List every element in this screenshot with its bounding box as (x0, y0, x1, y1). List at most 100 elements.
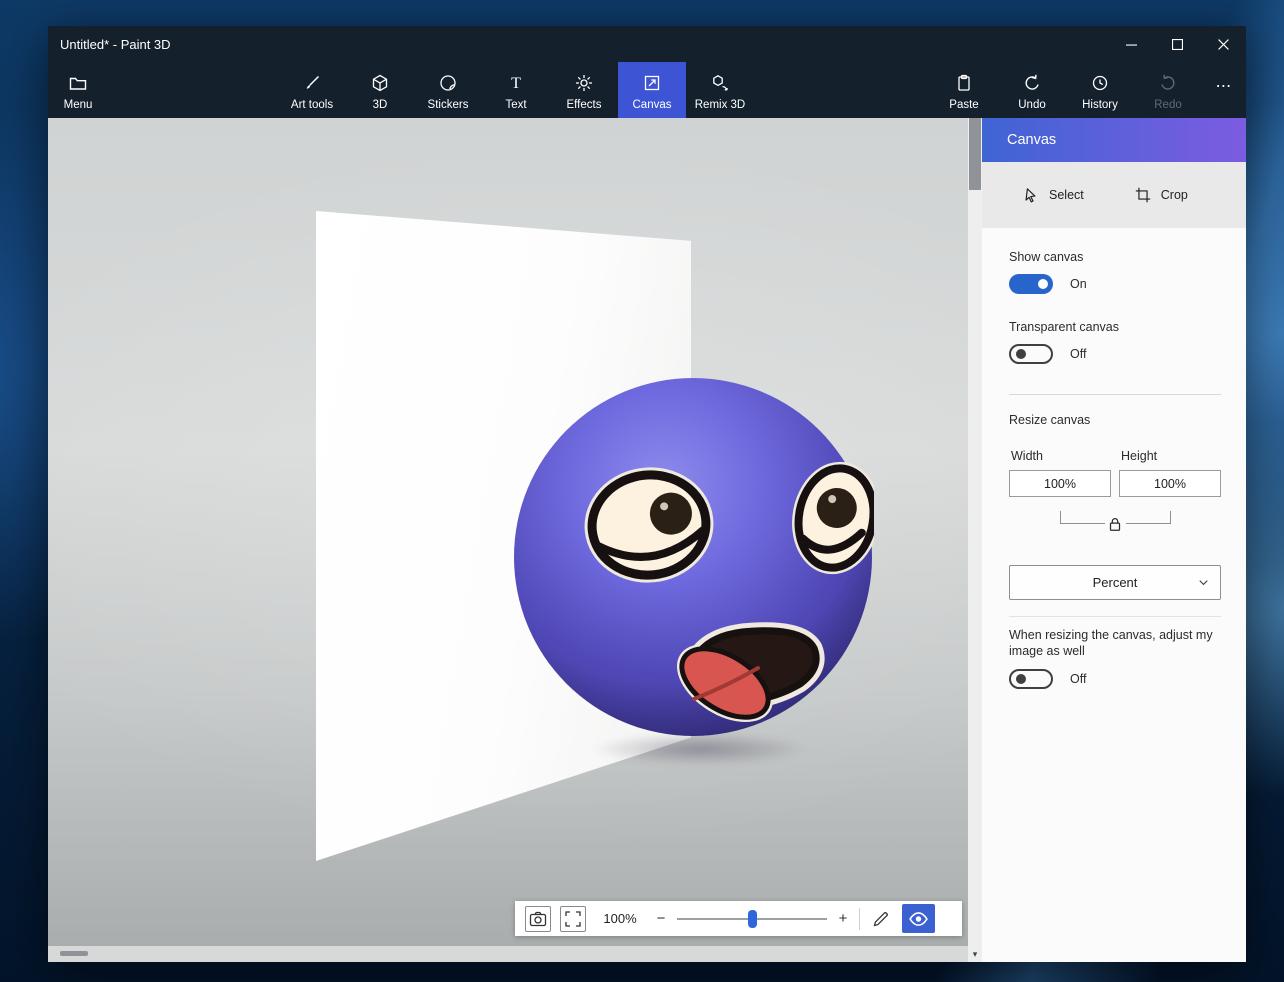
history-clock-icon (1090, 73, 1110, 93)
zoom-out-button[interactable]: − (654, 910, 668, 927)
crop-icon (1134, 186, 1152, 204)
text-icon: T (506, 73, 526, 93)
height-input[interactable] (1119, 470, 1221, 497)
canvas-viewport[interactable]: 100% − + (48, 118, 968, 946)
sun-icon (574, 73, 594, 93)
close-button[interactable] (1200, 26, 1246, 62)
redo-button[interactable]: Redo (1134, 62, 1202, 118)
zoom-in-button[interactable]: + (836, 910, 850, 927)
brush-icon (302, 73, 322, 93)
undo-icon (1022, 73, 1042, 93)
adjust-image-state: Off (1070, 672, 1086, 686)
resize-unit-dropdown[interactable]: Percent (1009, 565, 1221, 600)
view-controls-bar: 100% − + (515, 901, 962, 936)
canvas-icon (642, 73, 662, 93)
width-input[interactable] (1009, 470, 1111, 497)
canvas-panel: Canvas Select Crop Show canvas On Tra (982, 118, 1246, 962)
cursor-icon (1022, 186, 1040, 204)
minimize-icon (1126, 39, 1137, 50)
remix-3d-icon (710, 73, 730, 93)
close-icon (1218, 39, 1229, 50)
vertical-scrollbar-thumb[interactable] (969, 118, 981, 190)
lock-connector-left (1060, 511, 1105, 524)
lock-icon (1106, 515, 1124, 533)
cube-icon (370, 73, 390, 93)
toggle-knob (1016, 674, 1026, 684)
window-controls (1108, 26, 1246, 62)
chevron-down-icon (1196, 575, 1211, 590)
panel-tools-row: Select Crop (982, 162, 1246, 228)
redo-icon (1158, 73, 1178, 93)
section-divider (1009, 394, 1221, 395)
toolbar: Menu Art tools 3D Stickers T Text Effect… (48, 62, 1246, 118)
width-label: Width (1009, 449, 1121, 463)
show-canvas-toggle[interactable] (1009, 274, 1053, 294)
undo-button[interactable]: Undo (998, 62, 1066, 118)
pencil-icon (871, 909, 891, 929)
fit-view-icon (563, 909, 583, 929)
panel-title: Canvas (982, 132, 1056, 148)
toggle-knob (1016, 349, 1026, 359)
eye-icon (908, 908, 929, 929)
zoom-slider-handle[interactable] (748, 910, 757, 928)
ellipsis-icon: ⋯ (1216, 76, 1233, 96)
resize-canvas-label: Resize canvas (1009, 413, 1221, 427)
tab-text[interactable]: T Text (482, 62, 550, 118)
more-options-button[interactable]: ⋯ (1202, 62, 1246, 118)
aspect-lock-row (1009, 511, 1221, 537)
content-area: 100% − + (48, 118, 1246, 962)
transparent-canvas-state: Off (1070, 347, 1086, 361)
horizontal-scrollbar-thumb[interactable] (60, 951, 88, 956)
maximize-icon (1172, 39, 1183, 50)
zoom-level: 100% (599, 911, 641, 926)
zoombar-divider (859, 908, 860, 930)
minimize-button[interactable] (1108, 26, 1154, 62)
sticker-left-eye (587, 469, 711, 580)
titlebar: Untitled* - Paint 3D (48, 26, 1246, 62)
show-canvas-label: Show canvas (1009, 250, 1221, 264)
panel-header: Canvas (982, 118, 1246, 162)
show-canvas-state: On (1070, 277, 1087, 291)
tab-3d[interactable]: 3D (346, 62, 414, 118)
toggle-knob (1038, 279, 1048, 289)
height-label: Height (1121, 449, 1157, 463)
screenshot-button[interactable] (525, 906, 551, 932)
clipboard-icon (954, 73, 974, 93)
zoom-slider[interactable] (677, 906, 827, 932)
select-button[interactable]: Select (1022, 186, 1084, 204)
2d-view-button[interactable] (869, 906, 893, 932)
section-divider (1009, 616, 1221, 617)
app-window: Untitled* - Paint 3D Menu Art tools 3D (48, 26, 1246, 962)
canvas-column: 100% − + (48, 118, 968, 962)
3d-view-button[interactable] (902, 904, 935, 933)
transparent-canvas-toggle[interactable] (1009, 344, 1053, 364)
lock-connector-right (1126, 511, 1171, 524)
adjust-image-label: When resizing the canvas, adjust my imag… (1009, 627, 1214, 659)
scroll-down-arrow[interactable]: ▾ (968, 949, 982, 960)
window-title: Untitled* - Paint 3D (48, 37, 171, 52)
horizontal-scrollbar[interactable] (48, 946, 968, 962)
crop-button[interactable]: Crop (1134, 186, 1188, 204)
menu-button[interactable]: Menu (48, 62, 108, 118)
toolbar-right-group: Paste Undo History Redo ⋯ (930, 62, 1246, 118)
history-button[interactable]: History (1066, 62, 1134, 118)
vertical-scrollbar[interactable]: ▾ (968, 118, 982, 962)
fit-to-view-button[interactable] (560, 906, 586, 932)
resize-unit-value: Percent (1093, 575, 1138, 590)
tab-remix-3d[interactable]: Remix 3D (686, 62, 754, 118)
paste-button[interactable]: Paste (930, 62, 998, 118)
maximize-button[interactable] (1154, 26, 1200, 62)
panel-content: Show canvas On Transparent canvas Off Re… (982, 228, 1246, 689)
tab-effects[interactable]: Effects (550, 62, 618, 118)
adjust-image-toggle[interactable] (1009, 669, 1053, 689)
svg-text:T: T (511, 75, 521, 92)
camera-icon (528, 909, 548, 929)
folder-icon (68, 73, 88, 93)
tab-stickers[interactable]: Stickers (414, 62, 482, 118)
3d-sphere-object[interactable] (512, 376, 874, 738)
sticker-icon (438, 73, 458, 93)
tab-canvas[interactable]: Canvas (618, 62, 686, 118)
aspect-ratio-lock-button[interactable] (1104, 513, 1126, 535)
tab-art-tools[interactable]: Art tools (278, 62, 346, 118)
transparent-canvas-label: Transparent canvas (1009, 320, 1221, 334)
